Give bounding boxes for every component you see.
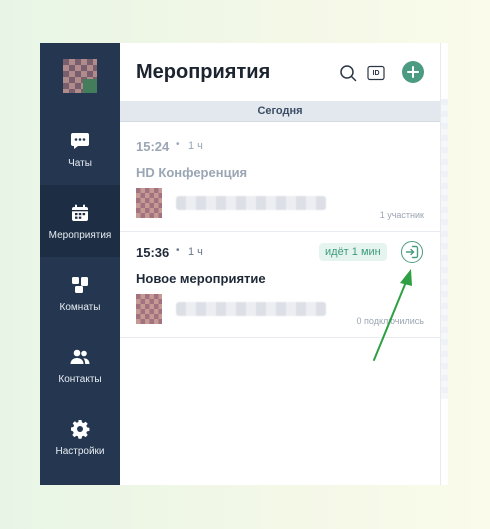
event-separator: • — [176, 245, 180, 256]
sidebar-item-rooms[interactable]: Комнаты — [40, 257, 120, 329]
participant-avatar — [136, 294, 162, 324]
participant-avatar — [136, 188, 162, 218]
add-event-button[interactable] — [402, 61, 424, 83]
event-duration: 1 ч — [188, 140, 203, 152]
search-icon — [340, 65, 357, 82]
event-title: Новое мероприятие — [136, 271, 266, 286]
user-avatar[interactable] — [63, 59, 97, 93]
plus-icon — [407, 66, 419, 78]
contacts-icon — [69, 346, 91, 368]
join-event-button[interactable] — [401, 241, 423, 263]
join-icon — [405, 245, 419, 259]
participant-count: 0 подключились — [356, 316, 424, 326]
event-duration: 1 ч — [188, 246, 203, 258]
event-separator: • — [176, 139, 180, 150]
event-item[interactable]: 15:36 • 1 ч идёт 1 мин Новое мероприятие… — [120, 234, 440, 338]
sidebar-item-chats[interactable]: Чаты — [40, 113, 120, 185]
scrollbar[interactable] — [440, 43, 448, 485]
page-title: Мероприятия — [136, 61, 271, 83]
sidebar-item-label: Контакты — [58, 373, 102, 385]
calendar-icon — [69, 202, 91, 224]
sidebar-item-label: Чаты — [68, 157, 92, 169]
event-title: HD Конференция — [136, 165, 248, 180]
event-time: 15:36 — [136, 245, 170, 260]
settings-icon — [69, 418, 91, 440]
sidebar: Чаты Мероприятия Комнаты Контакты Настро… — [40, 43, 120, 485]
screenshot-card: Чаты Мероприятия Комнаты Контакты Настро… — [0, 0, 490, 529]
participant-name-redacted — [176, 196, 326, 210]
event-time: 15:24 — [136, 139, 170, 154]
scrollbar-thumb[interactable] — [441, 99, 448, 399]
status-badge: идёт 1 мин — [319, 243, 387, 261]
sidebar-item-label: Комнаты — [59, 301, 101, 313]
event-item[interactable]: 15:24 • 1 ч HD Конференция 1 участник — [120, 128, 440, 232]
search-button[interactable] — [338, 63, 358, 83]
join-by-id-button[interactable]: ID — [366, 63, 386, 83]
sidebar-item-settings[interactable]: Настройки — [40, 401, 120, 473]
section-header: Сегодня — [120, 101, 440, 122]
events-panel: Мероприятия ID Сегодня 15:24 • 1 ч HD Ко… — [120, 43, 440, 485]
rooms-icon — [69, 274, 91, 296]
sidebar-item-contacts[interactable]: Контакты — [40, 329, 120, 401]
participant-count: 1 участник — [379, 210, 424, 220]
participant-name-redacted — [176, 302, 326, 316]
sidebar-item-label: Мероприятия — [48, 229, 112, 241]
chat-icon — [69, 130, 91, 152]
sidebar-item-label: Настройки — [55, 445, 105, 457]
app-window: Чаты Мероприятия Комнаты Контакты Настро… — [40, 43, 448, 485]
sidebar-item-events[interactable]: Мероприятия — [40, 185, 120, 257]
id-label: ID — [372, 69, 380, 77]
events-header: Мероприятия ID — [120, 43, 440, 99]
